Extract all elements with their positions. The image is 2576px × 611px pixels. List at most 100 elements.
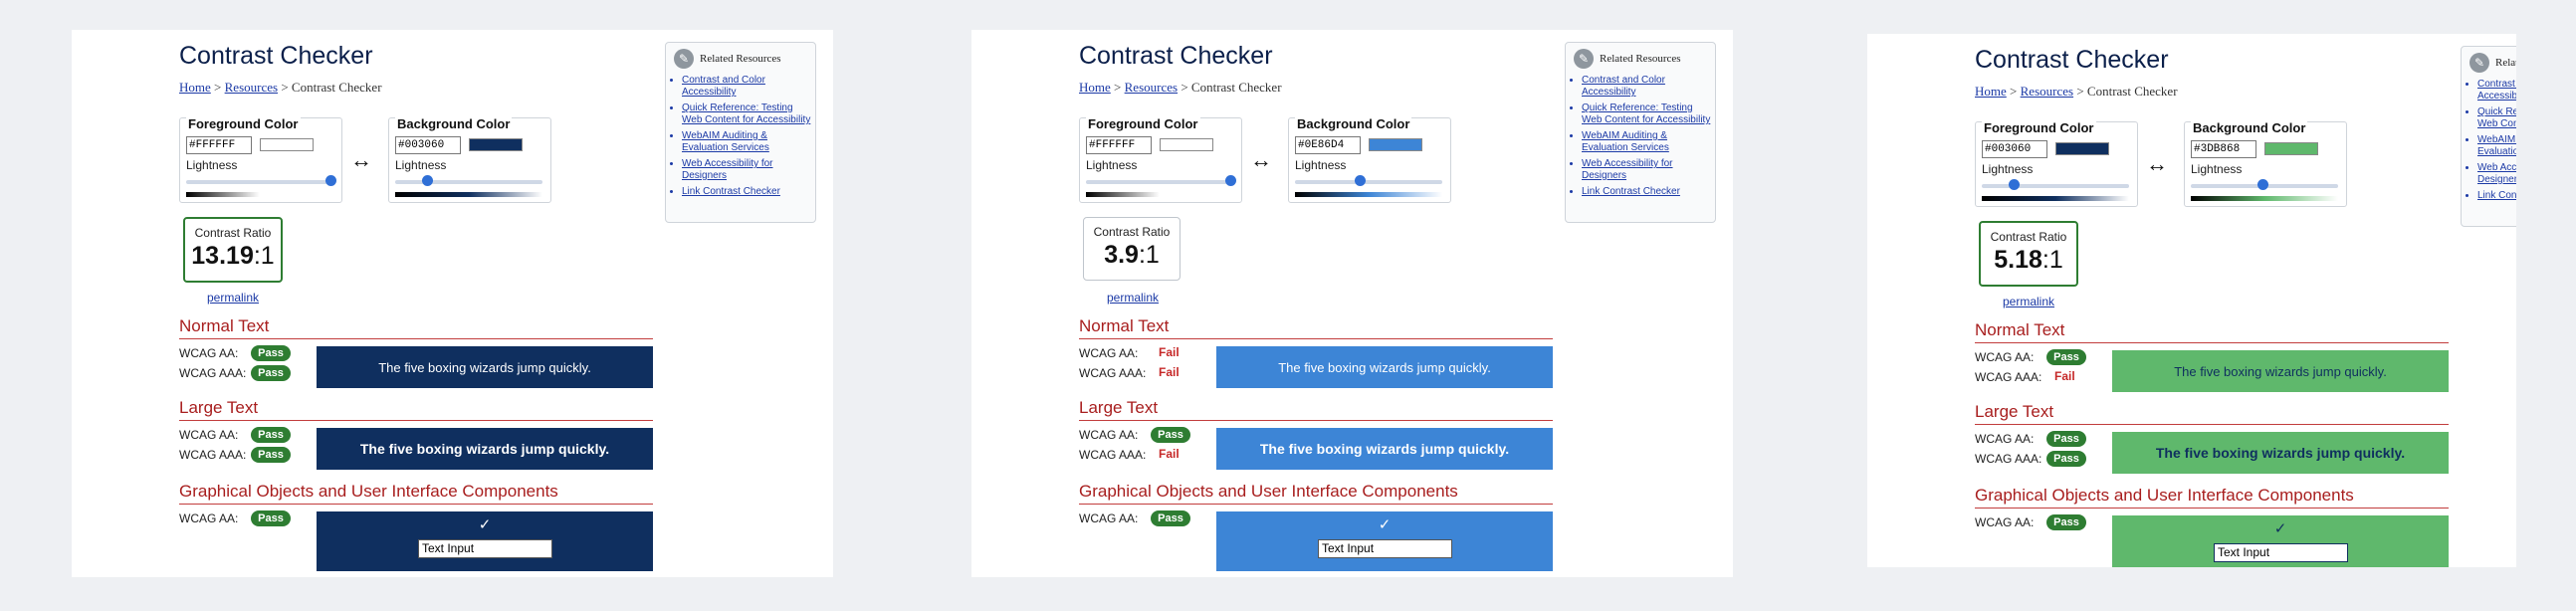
background-lightness-slider[interactable] xyxy=(2257,179,2269,190)
related-link-link-checker[interactable]: Link Contrast Checker xyxy=(682,186,780,197)
background-hex-input[interactable]: #003060 xyxy=(395,136,461,154)
breadcrumb-resources-link[interactable]: Resources xyxy=(1125,80,1178,95)
foreground-lightness-track[interactable] xyxy=(1982,184,2129,188)
breadcrumb-resources-link[interactable]: Resources xyxy=(225,80,278,95)
related-link-link-checker[interactable]: Link Contrast Checker xyxy=(2477,190,2516,201)
list-item: Link Contrast Checker xyxy=(682,186,815,198)
related-resources-title: Related Resources xyxy=(1600,53,1681,65)
background-color-swatch[interactable] xyxy=(2264,142,2318,155)
sample-text-input[interactable]: Text Input xyxy=(1318,539,1452,558)
lightness-label: Lightness xyxy=(395,158,447,172)
breadcrumb-current: Contrast Checker xyxy=(291,80,382,95)
foreground-lightness-track[interactable] xyxy=(186,180,333,184)
background-hex-input[interactable]: #3DB868 xyxy=(2191,140,2256,158)
normal-wcag-aa-label: WCAG AA: xyxy=(1079,346,1139,360)
contrast-ratio-box: Contrast Ratio 13.19:1 xyxy=(183,217,283,283)
related-link-auditing[interactable]: WebAIM Auditing & Evaluation Services xyxy=(682,130,769,153)
background-lightness-gradient xyxy=(395,192,542,197)
foreground-lightness-slider[interactable] xyxy=(1225,175,1236,186)
checker-panel-1: Contrast Checker Home > Resources > Cont… xyxy=(72,30,833,577)
foreground-color-swatch[interactable] xyxy=(1160,138,1213,151)
section-divider xyxy=(1975,424,2449,425)
breadcrumb-home-link[interactable]: Home xyxy=(179,80,211,95)
related-link-quick-reference[interactable]: Quick Reference: Testing Web Content for… xyxy=(1582,102,1710,125)
large-wcag-aa-label: WCAG AA: xyxy=(1079,428,1139,442)
graphical-objects-heading: Graphical Objects and User Interface Com… xyxy=(179,482,558,501)
related-resources-list: Contrast and Color Accessibility Quick R… xyxy=(670,75,815,202)
swap-colors-icon[interactable]: ↔ xyxy=(2146,151,2168,177)
graphical-wcag-aa-result: Pass xyxy=(251,510,291,526)
section-divider xyxy=(1079,338,1553,339)
list-item: WebAIM Auditing & Evaluation Services xyxy=(1582,130,1715,154)
contrast-ratio-label: Contrast Ratio xyxy=(1093,225,1171,239)
foreground-hex-input[interactable]: #003060 xyxy=(1982,140,2047,158)
breadcrumb-home-link[interactable]: Home xyxy=(1079,80,1111,95)
background-hex-input[interactable]: #0E86D4 xyxy=(1295,136,1361,154)
breadcrumb-separator: > xyxy=(281,80,289,95)
resources-icon: ✎ xyxy=(2469,53,2489,73)
background-lightness-slider[interactable] xyxy=(421,175,433,186)
related-link-auditing[interactable]: WebAIM Auditing & Evaluation Services xyxy=(1582,130,1669,153)
breadcrumb-current: Contrast Checker xyxy=(1190,80,1282,95)
checker-panel-3: Contrast Checker Home > Resources > Cont… xyxy=(1867,34,2516,567)
foreground-lightness-slider[interactable] xyxy=(325,175,336,186)
related-resources-panel: ✎ Related Resources Contrast and Color A… xyxy=(665,42,816,223)
large-text-sample: The five boxing wizards jump quickly. xyxy=(317,428,653,470)
foreground-hex-input[interactable]: #FFFFFF xyxy=(186,136,252,154)
checkmark-icon: ✓ xyxy=(1378,516,1392,533)
related-link-link-checker[interactable]: Link Contrast Checker xyxy=(1582,186,1680,197)
normal-text-sample: The five boxing wizards jump quickly. xyxy=(2112,350,2449,392)
foreground-lightness-track[interactable] xyxy=(1086,180,1233,184)
foreground-hex-input[interactable]: #FFFFFF xyxy=(1086,136,1152,154)
foreground-color-group: Foreground Color #FFFFFF Lightness xyxy=(179,116,342,203)
swap-colors-icon[interactable]: ↔ xyxy=(1250,147,1272,173)
swap-colors-icon[interactable]: ↔ xyxy=(350,147,372,173)
normal-text-heading: Normal Text xyxy=(1079,316,1170,335)
contrast-ratio-box: Contrast Ratio 5.18:1 xyxy=(1979,221,2078,287)
background-color-swatch[interactable] xyxy=(1369,138,1422,151)
breadcrumb-home-link[interactable]: Home xyxy=(1975,84,2007,99)
related-resources-title: Related Resources xyxy=(2495,57,2516,69)
breadcrumb: Home > Resources > Contrast Checker xyxy=(1079,80,1282,96)
normal-wcag-aaa-label: WCAG AAA: xyxy=(1079,366,1147,380)
background-lightness-track[interactable] xyxy=(395,180,542,184)
sample-text-input[interactable]: Text Input xyxy=(418,539,552,558)
foreground-color-swatch[interactable] xyxy=(260,138,314,151)
related-link-designers[interactable]: Web Accessibility for Designers xyxy=(1582,158,1673,181)
breadcrumb-separator: > xyxy=(214,80,222,95)
permalink-link[interactable]: permalink xyxy=(207,291,259,305)
foreground-color-swatch[interactable] xyxy=(2055,142,2109,155)
foreground-lightness-slider[interactable] xyxy=(2008,179,2020,190)
breadcrumb-resources-link[interactable]: Resources xyxy=(2021,84,2073,99)
normal-wcag-aaa-label: WCAG AAA: xyxy=(179,366,247,380)
resources-icon: ✎ xyxy=(1574,49,1594,69)
breadcrumb-separator: > xyxy=(2076,84,2084,99)
related-link-contrast[interactable]: Contrast and Color Accessibility xyxy=(2477,79,2516,102)
list-item: Quick Reference: Testing Web Content for… xyxy=(1582,102,1715,126)
related-link-contrast[interactable]: Contrast and Color Accessibility xyxy=(682,75,765,98)
graphical-wcag-aa-label: WCAG AA: xyxy=(1079,511,1139,525)
lightness-label: Lightness xyxy=(2191,162,2243,176)
contrast-ratio-value: 3.9:1 xyxy=(1104,241,1160,269)
sample-text-input[interactable]: Text Input xyxy=(2214,543,2348,562)
section-divider xyxy=(179,338,653,339)
section-divider xyxy=(1079,420,1553,421)
related-link-designers[interactable]: Web Accessibility for Designers xyxy=(682,158,773,181)
related-link-contrast[interactable]: Contrast and Color Accessibility xyxy=(1582,75,1665,98)
permalink-link[interactable]: permalink xyxy=(2003,295,2054,308)
large-wcag-aaa-result: Pass xyxy=(2046,451,2086,467)
foreground-lightness-gradient xyxy=(1086,192,1233,197)
graphical-wcag-aa-result: Pass xyxy=(2046,514,2086,530)
related-link-designers[interactable]: Web Accessibility for Designers xyxy=(2477,162,2516,185)
permalink-link[interactable]: permalink xyxy=(1107,291,1159,305)
graphical-wcag-aa-label: WCAG AA: xyxy=(179,511,239,525)
normal-wcag-aaa-result: Fail xyxy=(2054,369,2075,383)
background-lightness-slider[interactable] xyxy=(1355,175,1367,186)
normal-text-sample: The five boxing wizards jump quickly. xyxy=(317,346,653,388)
related-link-quick-reference[interactable]: Quick Reference: Testing Web Content for… xyxy=(2477,106,2516,129)
background-lightness-track[interactable] xyxy=(1295,180,1442,184)
background-color-swatch[interactable] xyxy=(469,138,523,151)
related-link-quick-reference[interactable]: Quick Reference: Testing Web Content for… xyxy=(682,102,810,125)
related-link-auditing[interactable]: WebAIM Auditing & Evaluation Services xyxy=(2477,134,2516,157)
breadcrumb-separator: > xyxy=(1181,80,1188,95)
